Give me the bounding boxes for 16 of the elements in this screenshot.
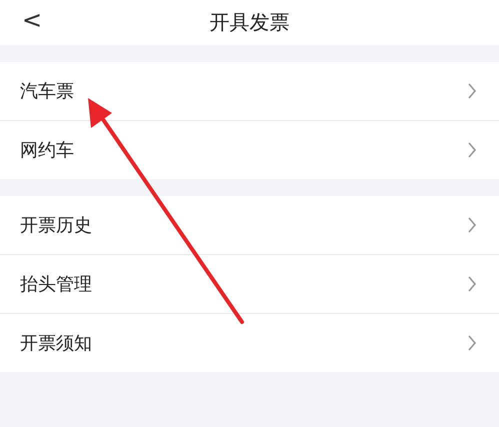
menu-item[interactable]: 网约车 <box>0 121 499 179</box>
chevron-right-icon <box>467 334 477 352</box>
menu-item-label: 开票历史 <box>20 214 93 237</box>
chevron-right-icon <box>467 216 477 234</box>
chevron-right-icon <box>467 141 477 159</box>
menu-item-label: 网约车 <box>20 139 75 162</box>
menu-item[interactable]: 抬头管理 <box>0 255 499 314</box>
menu-item[interactable]: 开票历史 <box>0 196 499 255</box>
menu-item-label: 抬头管理 <box>20 273 93 296</box>
menu-item-label: 开票须知 <box>20 332 93 355</box>
page-title: 开具发票 <box>210 9 290 36</box>
chevron-right-icon <box>467 82 477 100</box>
chevron-right-icon <box>467 275 477 293</box>
menu-item[interactable]: 开票须知 <box>0 314 499 372</box>
back-button[interactable]: < <box>18 6 46 34</box>
menu-item-label: 汽车票 <box>20 80 75 103</box>
